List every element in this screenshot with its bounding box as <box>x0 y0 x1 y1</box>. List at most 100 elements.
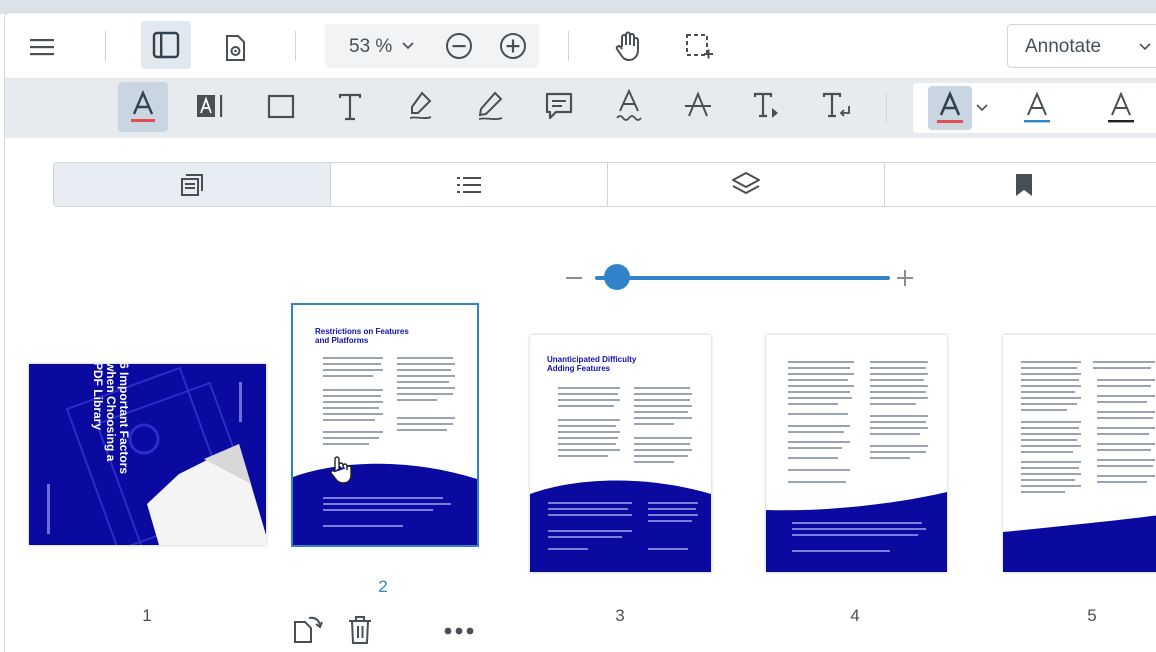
squiggly-tool-button[interactable] <box>611 85 647 127</box>
page-heading-line: and Platforms <box>315 336 369 345</box>
freetext-tool-button[interactable] <box>118 82 168 132</box>
page-thumbnail-2[interactable]: Restrictions on Features and Platforms <box>291 303 479 547</box>
text-color-icon <box>1108 91 1134 123</box>
page-heading-line: Adding Features <box>547 364 611 373</box>
page-thumbnail-1[interactable]: 6 Important Factors when Choosing a PDF … <box>29 364 266 545</box>
rotate-page-button[interactable] <box>289 612 325 648</box>
page-thumbnail-3[interactable]: Unanticipated Difficulty Adding Features <box>530 335 711 572</box>
insert-text-tool-button[interactable] <box>749 87 787 125</box>
zoom-level-dropdown[interactable]: 53 % <box>349 36 392 58</box>
zoom-out-icon <box>446 33 472 59</box>
insert-text-icon <box>753 92 778 118</box>
style-preset-blue-button[interactable] <box>1015 86 1059 130</box>
rectangle-icon <box>267 94 295 119</box>
page-footer-wave <box>766 492 947 572</box>
cover-title-line: 6 Important Factors <box>117 364 131 475</box>
chevron-down-icon[interactable] <box>975 102 989 114</box>
left-panel-toggle-button[interactable] <box>141 21 191 69</box>
text-tool-button[interactable] <box>332 89 368 125</box>
cover-title: 6 Important Factors when Choosing a PDF … <box>91 364 131 543</box>
thumbnails-icon <box>181 173 203 196</box>
delete-page-button[interactable] <box>342 612 378 648</box>
pen-icon <box>478 91 503 121</box>
page-settings-button[interactable] <box>217 31 253 65</box>
bookmark-icon <box>1015 173 1032 196</box>
rectangle-tool-button[interactable] <box>263 89 299 125</box>
app-window: 53 % Annotate 6 Important Factors when C… <box>4 12 1156 652</box>
separator <box>295 31 296 61</box>
page-number-3: 3 <box>615 606 625 625</box>
zoom-in-button[interactable] <box>497 30 529 62</box>
rotate-page-icon <box>294 616 323 643</box>
tab-layers[interactable] <box>608 163 885 206</box>
strikeout-tool-button[interactable] <box>680 85 716 127</box>
marquee-select-icon <box>686 34 713 59</box>
page-heading-line: Unanticipated Difficulty <box>547 355 637 364</box>
menu-button[interactable] <box>27 33 59 61</box>
page-heading: Restrictions on Features and Platforms <box>315 327 465 345</box>
menu-icon <box>30 39 54 56</box>
thumbnails-panel: 6 Important Factors when Choosing a PDF … <box>5 138 1156 652</box>
separator <box>105 31 106 61</box>
highlighter-icon <box>409 91 432 120</box>
page-thumbnail-5[interactable] <box>1003 335 1156 572</box>
squiggly-icon <box>616 89 642 121</box>
tab-outlines[interactable] <box>331 163 608 206</box>
layers-icon <box>732 171 760 194</box>
separator <box>886 93 887 123</box>
zoom-in-icon <box>500 33 526 59</box>
list-icon <box>457 176 481 193</box>
comment-tool-button[interactable] <box>541 87 577 125</box>
more-options-icon <box>444 627 474 635</box>
style-preset-red-button[interactable] <box>928 86 972 130</box>
zoom-control: 53 % <box>325 24 539 68</box>
settings-page-icon <box>226 35 245 61</box>
chevron-down-icon[interactable] <box>401 40 415 52</box>
cover-title-line: PDF Library <box>91 364 105 431</box>
slider-handle[interactable] <box>604 264 630 290</box>
tab-thumbnails[interactable] <box>54 163 331 206</box>
pen-tool-button[interactable] <box>472 87 508 125</box>
highlighter-tool-button[interactable] <box>402 87 438 125</box>
page-heading: Unanticipated Difficulty Adding Features <box>547 355 697 373</box>
separator <box>568 31 569 61</box>
chevron-down-icon <box>1139 43 1151 51</box>
comment-icon <box>545 92 573 120</box>
pan-hand-icon <box>615 31 639 61</box>
page-footer-wave <box>1003 515 1156 572</box>
style-preset-black-button[interactable] <box>1099 86 1143 130</box>
marquee-select-button[interactable] <box>681 29 717 65</box>
delete-page-icon <box>349 616 371 644</box>
page-footer-wave <box>530 480 711 572</box>
thumbnail-size-slider[interactable] <box>595 276 890 280</box>
page-number-2: 2 <box>378 577 388 596</box>
page-number-4: 4 <box>850 606 860 625</box>
page-number-5: 5 <box>1087 606 1097 625</box>
zoom-out-button[interactable] <box>443 30 475 62</box>
text-color-icon <box>937 91 963 123</box>
more-options-button[interactable] <box>439 614 479 648</box>
strikeout-icon <box>685 91 711 117</box>
ribbon-dropdown[interactable]: Annotate <box>1007 24 1156 68</box>
tools-header <box>5 79 1156 138</box>
cover-title-line: when Choosing a <box>104 364 118 462</box>
text-icon <box>338 93 362 121</box>
ribbon-label: Annotate <box>1025 36 1102 57</box>
cursor-hand-icon <box>330 456 352 484</box>
style-presets-group <box>913 83 1156 133</box>
page-number-1: 1 <box>142 606 152 625</box>
tab-bookmarks[interactable] <box>885 163 1156 206</box>
cover-graphic <box>47 366 266 545</box>
page-thumbnail-4[interactable] <box>766 335 947 572</box>
replace-text-tool-button[interactable] <box>818 87 856 125</box>
slider-minus-icon[interactable] <box>566 277 582 279</box>
text-color-icon <box>1024 91 1050 123</box>
replace-text-icon <box>822 92 850 118</box>
pan-tool-button[interactable] <box>609 29 647 65</box>
page-heading-line: Restrictions on Features <box>315 327 409 336</box>
panel-tabs <box>53 162 1156 207</box>
page-footer-wave <box>293 463 477 545</box>
callout-text-tool-button[interactable] <box>193 89 227 125</box>
left-panel-icon <box>152 31 180 59</box>
top-header: 53 % Annotate <box>5 13 1156 79</box>
